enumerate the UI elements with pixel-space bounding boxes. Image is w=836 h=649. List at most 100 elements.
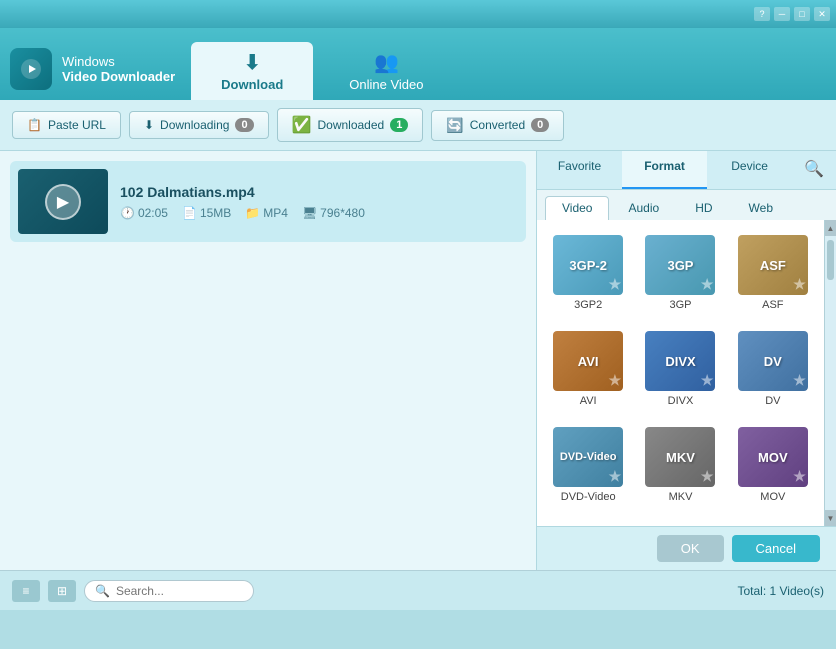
- format-label-mkv: MKV: [669, 491, 693, 503]
- tab-device[interactable]: Device: [707, 151, 792, 189]
- format-item-mkv[interactable]: MKV ★ MKV: [637, 420, 723, 510]
- format-label-dv: DV: [765, 395, 780, 407]
- format-item-mov[interactable]: MOV ★ MOV: [730, 420, 816, 510]
- online-video-icon: 👥: [374, 50, 399, 75]
- sub-tab-hd[interactable]: HD: [678, 196, 729, 220]
- resolution-meta: 🖥 796*480: [302, 206, 365, 220]
- play-icon: ▶: [45, 184, 81, 220]
- scroll-up-button[interactable]: ▲: [825, 220, 836, 236]
- converted-button[interactable]: 🔄 Converted 0: [431, 110, 564, 141]
- video-item[interactable]: ▶ 102 Dalmatians.mp4 🕐 02:05 📄 15MB 📁 M: [10, 161, 526, 242]
- format-meta: 📁 MP4: [245, 206, 288, 220]
- format-label-3gp2: 3GP2: [574, 299, 602, 311]
- duration-meta: 🕐 02:05: [120, 206, 168, 220]
- tab-online-video[interactable]: 👥 Online Video: [319, 42, 453, 100]
- window-close-button[interactable]: ✕: [814, 7, 830, 21]
- downloaded-badge: 1: [390, 118, 408, 132]
- window-titlebar: ? ─ □ ✕: [0, 0, 836, 28]
- action-bar: OK Cancel: [537, 526, 836, 570]
- format-icon-avi: AVI ★: [553, 331, 623, 391]
- video-thumbnail: ▶: [18, 169, 108, 234]
- list-view-button[interactable]: ≡: [12, 580, 40, 602]
- format-icon-dvd: DVD-Video ★: [553, 427, 623, 487]
- format-label-asf: ASF: [762, 299, 783, 311]
- format-scrollbar[interactable]: ▲ ▼: [824, 220, 836, 526]
- check-circle-icon: ✅: [292, 115, 312, 135]
- format-grid: 3GP-2 ★ 3GP2 3GP ★ 3GP ASF: [537, 220, 824, 526]
- resolution-icon: 🖥: [302, 206, 317, 220]
- bottom-bar: ≡ ⊞ 🔍 Total: 1 Video(s): [0, 570, 836, 610]
- tab-format[interactable]: Format: [622, 151, 707, 189]
- search-box: 🔍: [84, 580, 254, 602]
- format-icon-dv: DV ★: [738, 331, 808, 391]
- format-panel: Favorite Format Device 🔍 Video Audio HD …: [536, 151, 836, 570]
- paste-icon: 📋: [27, 118, 42, 132]
- toolbar: 📋 Paste URL ⬇ Downloading 0 ✅ Downloaded…: [0, 100, 836, 151]
- sub-tab-video[interactable]: Video: [545, 196, 609, 220]
- format-item-divx[interactable]: DIVX ★ DIVX: [637, 324, 723, 414]
- format-item-avi[interactable]: AVI ★ AVI: [545, 324, 631, 414]
- search-formats-button[interactable]: 🔍: [792, 151, 836, 189]
- window-help-button[interactable]: ?: [754, 7, 770, 21]
- format-panel-tabs: Favorite Format Device 🔍: [537, 151, 836, 190]
- tab-download-label: Download: [221, 77, 283, 92]
- tab-download[interactable]: ⬇ Download: [191, 42, 313, 100]
- total-label: Total: 1 Video(s): [738, 584, 825, 598]
- window-minimize-button[interactable]: ─: [774, 7, 790, 21]
- format-label-mov: MOV: [760, 491, 785, 503]
- format-item-3gp2[interactable]: 3GP-2 ★ 3GP2: [545, 228, 631, 318]
- scroll-down-button[interactable]: ▼: [825, 510, 836, 526]
- scroll-track: [825, 236, 836, 510]
- format-icon-asf: ASF ★: [738, 235, 808, 295]
- tab-online-video-label: Online Video: [349, 77, 423, 92]
- format-item-dv[interactable]: DV ★ DV: [730, 324, 816, 414]
- file-icon: 📄: [182, 206, 197, 220]
- convert-icon: 🔄: [446, 117, 463, 134]
- ok-button[interactable]: OK: [657, 535, 724, 562]
- app-logo: [10, 48, 52, 90]
- downloaded-button[interactable]: ✅ Downloaded 1: [277, 108, 424, 142]
- format-label-divx: DIVX: [668, 395, 694, 407]
- search-icon: 🔍: [95, 584, 110, 598]
- grid-view-button[interactable]: ⊞: [48, 580, 76, 602]
- video-title: 102 Dalmatians.mp4: [120, 184, 518, 200]
- format-icon-3gp2: 3GP-2 ★: [553, 235, 623, 295]
- search-input[interactable]: [116, 584, 246, 598]
- video-meta: 🕐 02:05 📄 15MB 📁 MP4 🖥 796*480: [120, 206, 518, 220]
- format-label-dvd: DVD-Video: [561, 491, 616, 503]
- tab-favorite[interactable]: Favorite: [537, 151, 622, 189]
- downloading-label: Downloading: [160, 118, 229, 132]
- format-icon: 📁: [245, 206, 260, 220]
- format-icon-divx: DIVX ★: [645, 331, 715, 391]
- format-icon-mov: MOV ★: [738, 427, 808, 487]
- paste-url-button[interactable]: 📋 Paste URL: [12, 111, 121, 139]
- clock-icon: 🕐: [120, 206, 135, 220]
- format-icon-3gp: 3GP ★: [645, 235, 715, 295]
- format-grid-wrap: 3GP-2 ★ 3GP2 3GP ★ 3GP ASF: [537, 220, 836, 526]
- format-sub-tabs: Video Audio HD Web: [537, 190, 836, 220]
- paste-url-label: Paste URL: [48, 118, 106, 132]
- converted-label: Converted: [470, 118, 525, 132]
- video-list: ▶ 102 Dalmatians.mp4 🕐 02:05 📄 15MB 📁 M: [0, 151, 536, 570]
- download-icon: ⬇: [244, 50, 261, 75]
- sub-tab-web[interactable]: Web: [732, 196, 790, 220]
- downloading-badge: 0: [235, 118, 253, 132]
- download-arrow-icon: ⬇: [144, 118, 154, 132]
- format-icon-mkv: MKV ★: [645, 427, 715, 487]
- format-label-3gp: 3GP: [669, 299, 691, 311]
- downloading-button[interactable]: ⬇ Downloading 0: [129, 111, 269, 139]
- scroll-thumb[interactable]: [827, 240, 834, 280]
- cancel-button[interactable]: Cancel: [732, 535, 820, 562]
- window-maximize-button[interactable]: □: [794, 7, 810, 21]
- format-item-asf[interactable]: ASF ★ ASF: [730, 228, 816, 318]
- downloaded-label: Downloaded: [317, 118, 384, 132]
- size-meta: 📄 15MB: [182, 206, 231, 220]
- sub-tab-audio[interactable]: Audio: [611, 196, 676, 220]
- video-info: 102 Dalmatians.mp4 🕐 02:05 📄 15MB 📁 MP4: [120, 184, 518, 220]
- app-title: Windows Video Downloader: [62, 54, 175, 84]
- converted-badge: 0: [531, 118, 549, 132]
- main-area: ▶ 102 Dalmatians.mp4 🕐 02:05 📄 15MB 📁 M: [0, 151, 836, 570]
- format-item-dvd[interactable]: DVD-Video ★ DVD-Video: [545, 420, 631, 510]
- format-item-3gp[interactable]: 3GP ★ 3GP: [637, 228, 723, 318]
- format-label-avi: AVI: [580, 395, 597, 407]
